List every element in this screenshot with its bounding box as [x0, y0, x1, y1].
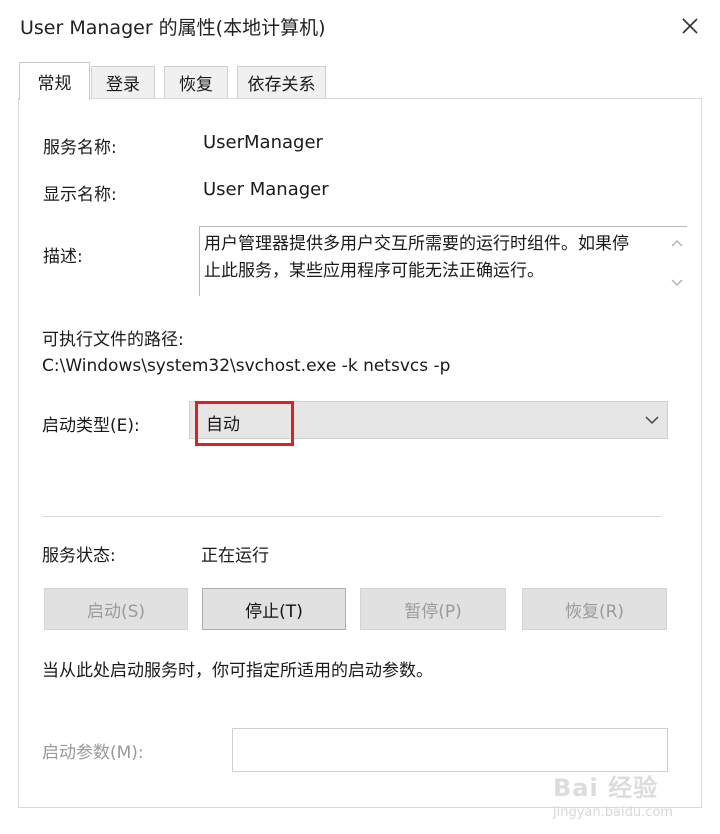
chevron-down-icon[interactable]	[671, 279, 683, 287]
start-params-label: 启动参数(M):	[42, 743, 144, 763]
tab-dependencies[interactable]: 依存关系	[237, 66, 326, 98]
service-name-value: UserManager	[203, 132, 323, 153]
tab-logon[interactable]: 登录	[91, 66, 155, 98]
display-name-label: 显示名称:	[43, 185, 117, 205]
resume-button[interactable]: 恢复(R)	[522, 588, 667, 630]
chevron-up-icon[interactable]	[671, 239, 683, 247]
close-icon	[682, 18, 698, 34]
baidu-watermark: Bai 经验 jingyan.baidu.com	[553, 768, 673, 820]
service-status-label: 服务状态:	[42, 546, 116, 566]
tab-recovery[interactable]: 恢复	[164, 66, 228, 98]
watermark-url: jingyan.baidu.com	[553, 805, 673, 820]
display-name-value: User Manager	[203, 179, 329, 200]
service-status-value: 正在运行	[201, 546, 269, 566]
start-button[interactable]: 启动(S)	[44, 588, 188, 630]
title-bar: User Manager 的属性(本地计算机)	[0, 0, 720, 52]
watermark-logo: Bai 经验	[553, 774, 659, 802]
tab-general[interactable]: 常规	[19, 62, 90, 100]
close-button[interactable]	[670, 8, 710, 44]
exe-path-label: 可执行文件的路径:	[42, 330, 184, 350]
service-name-label: 服务名称:	[43, 138, 117, 158]
window-title: User Manager 的属性(本地计算机)	[20, 17, 326, 39]
pause-button[interactable]: 暂停(P)	[360, 588, 506, 630]
tab-panel-general: 服务名称: UserManager 显示名称: User Manager 描述:	[18, 98, 702, 808]
description-text: 用户管理器提供多用户交互所需要的运行时组件。如果停止此服务，某些应用程序可能无法…	[204, 234, 629, 281]
description-scrollbar[interactable]	[667, 227, 687, 297]
separator	[42, 516, 661, 517]
start-params-hint: 当从此处启动服务时，你可指定所适用的启动参数。	[42, 661, 433, 681]
highlight-box	[195, 401, 294, 446]
start-params-input[interactable]	[232, 728, 668, 772]
description-label: 描述:	[43, 247, 83, 267]
description-box[interactable]: 用户管理器提供多用户交互所需要的运行时组件。如果停止此服务，某些应用程序可能无法…	[199, 226, 687, 297]
stop-button[interactable]: 停止(T)	[202, 588, 346, 630]
chevron-down-icon	[645, 416, 659, 425]
startup-type-label: 启动类型(E):	[42, 416, 140, 436]
exe-path-value: C:\Windows\system32\svchost.exe -k netsv…	[42, 356, 451, 376]
